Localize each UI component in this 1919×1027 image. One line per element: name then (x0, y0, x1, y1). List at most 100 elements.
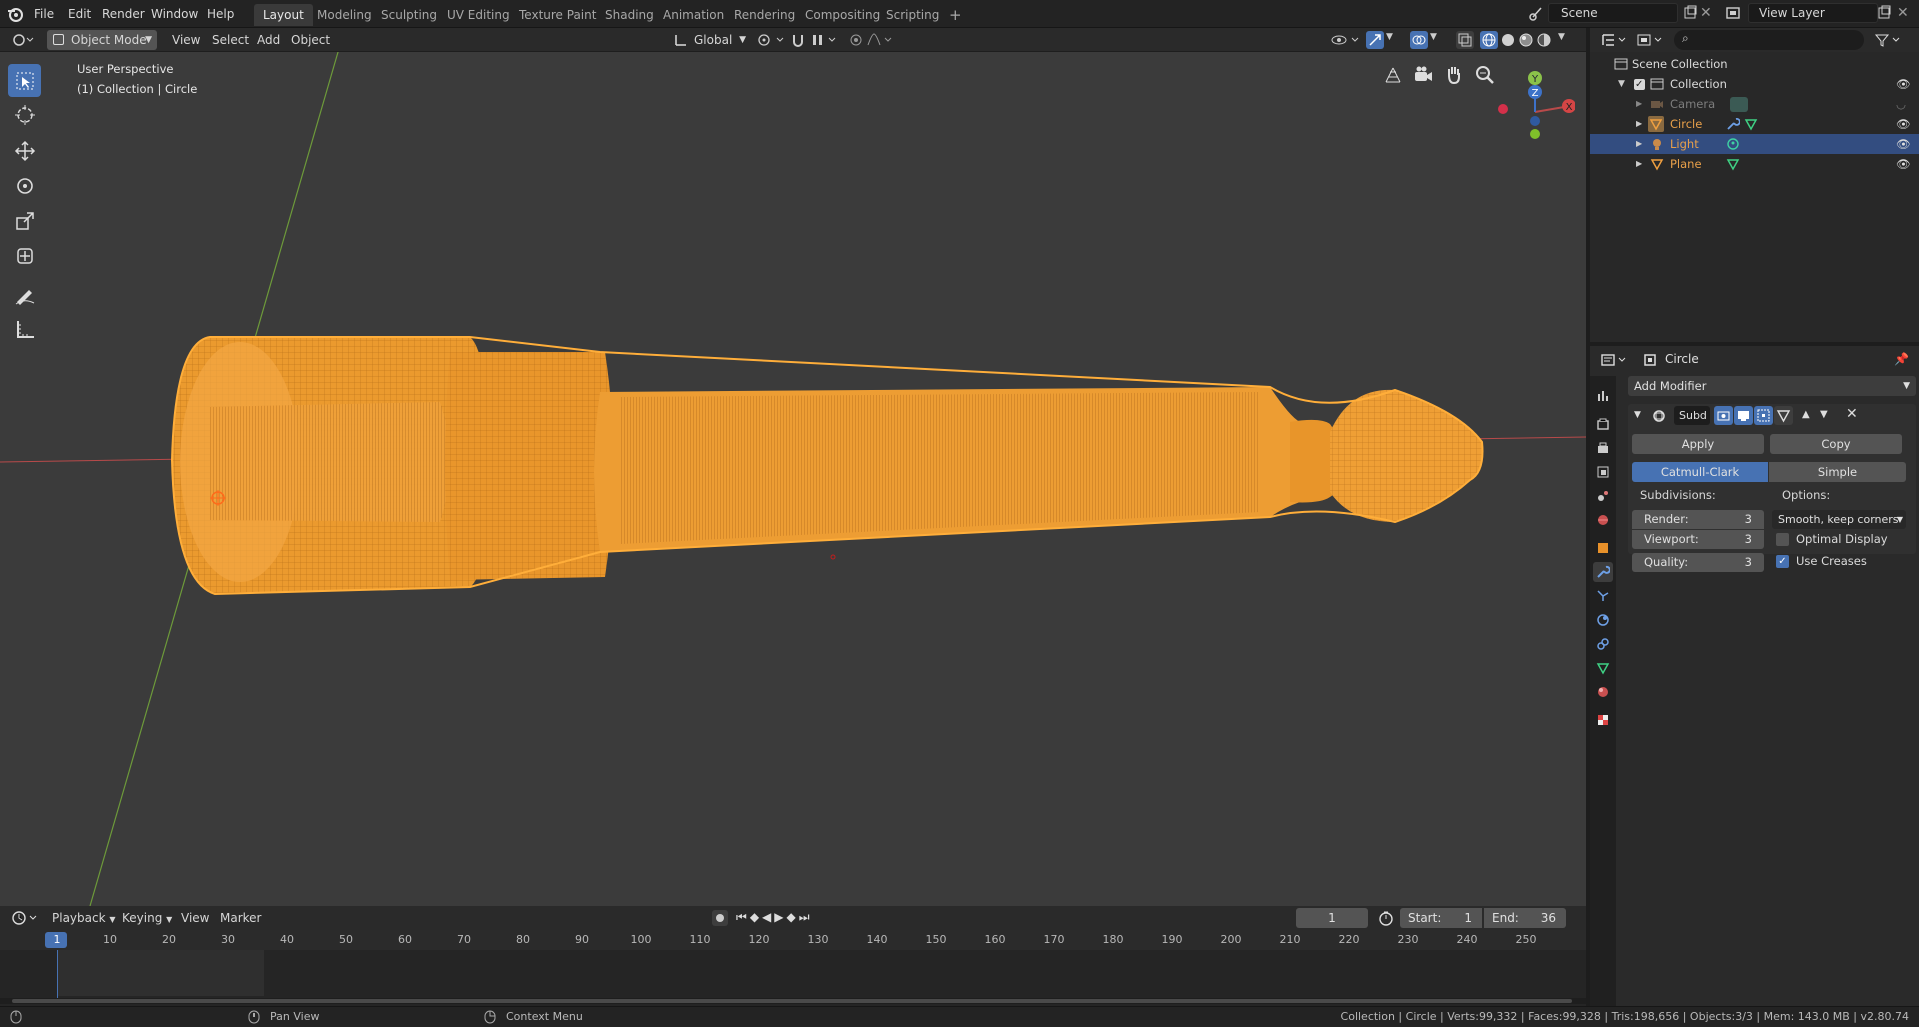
constraints-tab-icon[interactable] (1593, 634, 1613, 654)
chevron-down-icon[interactable]: ▼ (1386, 32, 1393, 42)
transform-tool-icon[interactable] (8, 239, 41, 272)
move-tool-icon[interactable] (8, 134, 41, 167)
stopwatch-icon[interactable] (1378, 910, 1394, 926)
expand-arrow-icon[interactable]: ▶ (1636, 94, 1642, 114)
navigation-gizmo[interactable]: Y Z X (1495, 66, 1575, 166)
tab-sculpting[interactable]: Sculpting (372, 4, 446, 26)
menu-edit[interactable]: Edit (62, 4, 97, 24)
viewport-menu-object[interactable]: Object (285, 30, 336, 50)
apply-button[interactable]: Apply (1632, 434, 1764, 454)
material-shading-icon[interactable] (1518, 32, 1534, 48)
blender-logo-icon[interactable] (6, 5, 24, 23)
object-tab-icon[interactable] (1593, 538, 1613, 558)
annotate-tool-icon[interactable] (8, 278, 41, 311)
simple-button[interactable]: Simple (1769, 462, 1906, 482)
view-layer-tab-icon[interactable] (1593, 462, 1613, 482)
overlays-toggle-icon[interactable] (1410, 31, 1428, 49)
catmull-clark-button[interactable]: Catmull-Clark (1632, 462, 1768, 482)
display-mode-icon[interactable] (1636, 32, 1666, 48)
particles-tab-icon[interactable] (1593, 586, 1613, 606)
chevron-down-icon[interactable]: ▼ (1558, 32, 1565, 42)
outliner-item-circle[interactable]: ▶ Circle 👁 (1590, 114, 1919, 134)
scene-field[interactable]: Scene (1548, 3, 1678, 23)
timeline-menu-marker[interactable]: Marker (214, 908, 267, 928)
physics-tab-icon[interactable] (1593, 610, 1613, 630)
tab-compositing[interactable]: Compositing (796, 4, 889, 26)
outliner-item-camera[interactable]: ▶ Camera ◡ (1590, 94, 1919, 114)
gizmo-neg-z[interactable] (1530, 116, 1540, 126)
gizmo-neg-x[interactable] (1498, 104, 1508, 114)
eye-icon[interactable]: 👁 (1896, 74, 1911, 94)
timeline-menu-view[interactable]: View (175, 908, 215, 928)
transform-orientation-dropdown[interactable]: Global ▼ (670, 30, 748, 50)
close-view-layer-icon[interactable]: ✕ (1897, 5, 1909, 21)
copy-view-layer-icon[interactable] (1876, 5, 1892, 21)
modifier-name-input[interactable]: Subd (1674, 406, 1710, 425)
view-layer-field[interactable]: View Layer (1748, 3, 1878, 23)
timeline-scroll-thumb[interactable] (12, 999, 1572, 1003)
tab-animation[interactable]: Animation (654, 4, 733, 26)
eye-icon[interactable]: 👁 (1896, 114, 1911, 134)
outliner-collection[interactable]: ▼ ✓ Collection 👁 (1590, 74, 1919, 94)
next-keyframe-icon[interactable]: ◆ (787, 910, 799, 924)
tab-modeling[interactable]: Modeling (308, 4, 381, 26)
tab-texture-paint[interactable]: Texture Paint (510, 4, 605, 26)
texture-tab-icon[interactable] (1593, 710, 1613, 730)
move-down-icon[interactable]: ▼ (1820, 409, 1828, 420)
use-creases-checkbox[interactable]: ✓ (1776, 555, 1789, 568)
rotate-tool-icon[interactable] (8, 169, 41, 202)
camera-view-icon[interactable] (1412, 64, 1434, 86)
close-scene-icon[interactable]: ✕ (1700, 5, 1712, 21)
record-icon[interactable] (712, 910, 728, 926)
pin-icon[interactable]: 📌 (1894, 352, 1909, 366)
wireframe-shading-icon[interactable] (1480, 31, 1498, 49)
filter-icon[interactable] (1874, 32, 1904, 48)
proportional-editing-icon[interactable] (848, 32, 864, 48)
remove-modifier-icon[interactable]: ✕ (1846, 406, 1858, 422)
scale-tool-icon[interactable] (8, 204, 41, 237)
eye-icon[interactable]: 👁 (1896, 154, 1911, 174)
viewport-levels-field[interactable]: Viewport: 3 (1632, 530, 1764, 549)
jump-end-icon[interactable]: ⏭ (799, 910, 813, 924)
show-viewport-icon[interactable] (1754, 406, 1773, 425)
copy-scene-icon[interactable] (1682, 5, 1698, 21)
render-levels-field[interactable]: Render: 3 (1632, 510, 1764, 529)
3d-viewport[interactable]: Object Mode ▼ View Select Add Object Glo… (0, 28, 1586, 906)
timeline-menu-playback[interactable]: Playback ▼ (46, 908, 122, 928)
timeline-editor-icon[interactable] (12, 910, 40, 926)
visibility-selectability-icon[interactable] (1330, 32, 1362, 48)
material-tab-icon[interactable] (1593, 682, 1613, 702)
viewport-menu-add[interactable]: Add (251, 30, 286, 50)
jump-start-icon[interactable]: ⏮ (736, 910, 750, 924)
tab-scripting[interactable]: Scripting (877, 4, 948, 26)
modifier-tab-icon[interactable] (1593, 562, 1613, 582)
uv-smooth-dropdown[interactable]: Smooth, keep corners ▼ (1772, 510, 1906, 529)
menu-render[interactable]: Render (96, 4, 151, 24)
start-frame-field[interactable]: Start: 1 (1400, 908, 1482, 928)
view-layer-icon[interactable] (1725, 5, 1743, 21)
pivot-point-icon[interactable] (756, 32, 786, 48)
prev-keyframe-icon[interactable]: ◆ (750, 910, 762, 924)
add-modifier-dropdown[interactable]: Add Modifier ▼ (1628, 376, 1916, 396)
current-frame-field[interactable]: 1 (1296, 908, 1368, 928)
gizmo-neg-y[interactable] (1530, 129, 1540, 139)
tab-uv-editing[interactable]: UV Editing (438, 4, 519, 26)
viewport-menu-select[interactable]: Select (206, 30, 255, 50)
outliner-scene-collection[interactable]: Scene Collection (1590, 54, 1919, 74)
tab-shading[interactable]: Shading (596, 4, 663, 26)
tab-rendering[interactable]: Rendering (725, 4, 804, 26)
falloff-icon[interactable] (866, 32, 896, 48)
tab-layout[interactable]: Layout (254, 4, 313, 26)
select-box-tool-icon[interactable] (8, 64, 41, 97)
on-cage-icon[interactable] (1774, 406, 1793, 425)
optimal-display-checkbox[interactable] (1776, 533, 1789, 546)
expand-arrow-icon[interactable]: ▼ (1618, 74, 1625, 94)
show-render-icon[interactable] (1734, 406, 1753, 425)
cursor-tool-icon[interactable] (8, 98, 41, 131)
menu-file[interactable]: File (28, 4, 60, 24)
end-frame-field[interactable]: End: 36 (1484, 908, 1566, 928)
object-mode-dropdown[interactable]: Object Mode ▼ (47, 30, 157, 50)
move-up-icon[interactable]: ▲ (1802, 409, 1810, 420)
collection-checkbox[interactable]: ✓ (1634, 79, 1645, 90)
solid-shading-icon[interactable] (1500, 32, 1516, 48)
